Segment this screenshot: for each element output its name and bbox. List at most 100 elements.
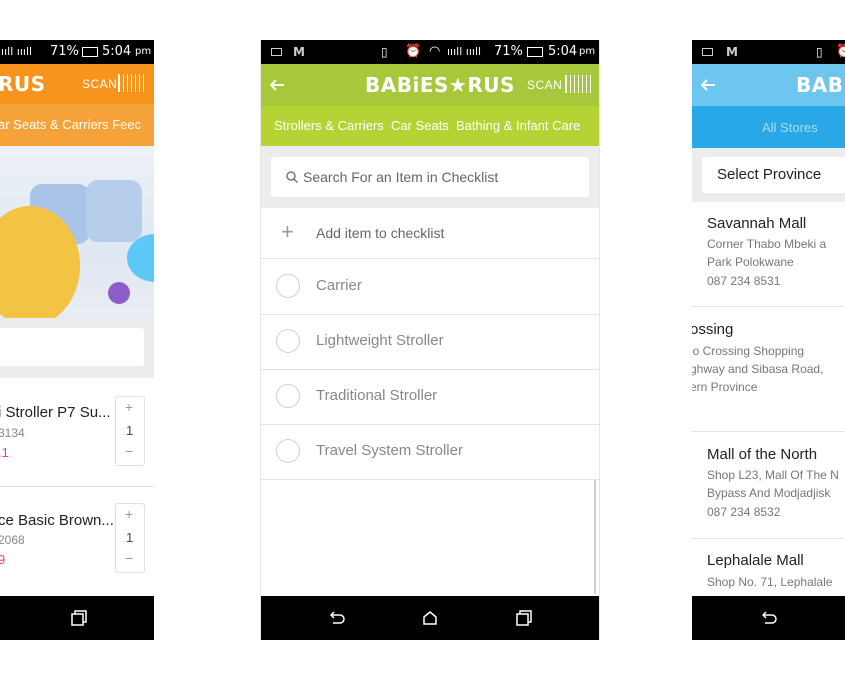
province-select-label: Select Province — [717, 166, 822, 183]
clock: 5:04 — [102, 44, 132, 59]
stores-tab-bar: All Stores — [692, 106, 845, 148]
category-tabs[interactable]: ar Seats & Carriers Feec — [0, 104, 154, 146]
product-sku: 3134 — [0, 426, 25, 440]
checklist-item-label: Travel System Stroller — [316, 442, 463, 459]
phone-screen-stores: M ▯ ⏰ BABi All Stores Select Province Sa… — [692, 40, 845, 640]
alarm-icon: ⏰ — [405, 44, 422, 59]
vibrate-icon: ▯ — [381, 45, 388, 59]
signal-icon: ıııll ıııll — [0, 45, 33, 58]
status-bar: M ▯ ⏰ — [692, 40, 845, 64]
alarm-icon: ⏰ — [836, 44, 845, 59]
barcode-icon[interactable] — [118, 74, 144, 92]
store-name: ossing — [692, 321, 734, 338]
store-address: Corner Thabo Mbeki a — [707, 237, 827, 251]
store-phone[interactable]: 087 234 8531 — [707, 274, 780, 288]
store-card[interactable]: Lephalale Mall Shop No. 71, Lephalale — [692, 539, 845, 597]
search-icon — [286, 171, 299, 184]
quantity-stepper[interactable]: + 1 − — [115, 503, 145, 573]
app-logo: BABiES★RUS — [365, 73, 515, 97]
checklist-item-label: Lightweight Stroller — [316, 332, 444, 349]
checklist-item[interactable]: Travel System Stroller — [261, 424, 599, 480]
search-input[interactable]: Search For an Item in Checklist — [271, 157, 589, 197]
product-row[interactable]: i Stroller P7 Su... 3134 .1 + 1 − — [0, 378, 154, 487]
product-name: i Stroller P7 Su... — [0, 404, 111, 421]
store-address: Shop L23, Mall Of The N — [707, 468, 839, 482]
signal-icon: ıııll ıııll — [447, 45, 482, 58]
checkbox-circle[interactable] — [276, 439, 300, 463]
checklist-item[interactable]: Lightweight Stroller — [261, 314, 599, 370]
app-logo: RUS — [0, 72, 46, 96]
category-tabs-text[interactable]: ar Seats & Carriers Feec — [0, 117, 141, 132]
barcode-icon[interactable] — [565, 75, 591, 93]
plus-icon[interactable]: + — [125, 506, 133, 522]
clock: 5:04 — [548, 44, 578, 59]
wifi-icon: ◠ — [429, 44, 441, 59]
app-header: BABiES★RUS SCAN — [261, 64, 599, 106]
back-nav-icon[interactable] — [322, 604, 350, 632]
system-nav-bar — [692, 596, 845, 640]
home-nav-icon[interactable] — [416, 604, 444, 632]
back-arrow-icon[interactable] — [698, 75, 718, 95]
scan-button[interactable]: SCAN — [527, 78, 562, 92]
store-address: Park Polokwane — [707, 255, 794, 269]
search-area: Search For an Item in Checklist — [261, 146, 599, 208]
back-nav-icon[interactable] — [754, 604, 782, 632]
store-address: Shop No. 71, Lephalale — [707, 575, 833, 589]
promo-banner — [0, 146, 154, 318]
store-card[interactable]: ossing lo Crossing Shopping ghway and Si… — [692, 307, 845, 432]
battery-icon — [82, 47, 98, 57]
pillow-shape-2 — [86, 180, 142, 242]
product-price: 9 — [0, 552, 6, 567]
checkbox-circle[interactable] — [276, 274, 300, 298]
product-sku: 2068 — [0, 533, 25, 547]
minus-icon[interactable]: − — [125, 443, 133, 459]
gallery-notification-icon — [271, 48, 282, 56]
store-card[interactable]: Savannah Mall Corner Thabo Mbeki a Park … — [692, 202, 845, 307]
quantity-value: 1 — [126, 530, 134, 545]
gmail-notification-icon: M — [726, 45, 738, 59]
tab-all-stores[interactable]: All Stores — [762, 120, 818, 135]
store-name: Savannah Mall — [707, 215, 807, 232]
product-row[interactable]: ce Basic Brown... 2068 9 + 1 − — [0, 487, 154, 595]
tab-car-seats[interactable]: Car Seats — [391, 118, 449, 133]
gallery-notification-icon — [702, 48, 713, 56]
tab-strollers-carriers[interactable]: Strollers & Carriers — [274, 118, 384, 133]
vibrate-icon: ▯ — [816, 45, 823, 59]
checkbox-circle[interactable] — [276, 384, 300, 408]
quantity-stepper[interactable]: + 1 − — [115, 396, 145, 466]
checklist-item-label: Carrier — [316, 277, 362, 294]
add-item-label[interactable]: Add item to checklist — [316, 225, 444, 241]
battery-percent: 71% — [50, 44, 79, 59]
store-address: ghway and Sibasa Road, — [692, 362, 824, 376]
checklist-item[interactable]: Carrier — [261, 259, 599, 315]
store-phone[interactable]: 087 234 8532 — [707, 505, 780, 519]
province-select[interactable]: Select Province — [702, 157, 845, 193]
tab-bathing-infant-care[interactable]: Bathing & Infant Care — [456, 118, 580, 133]
checklist-item-label: Traditional Stroller — [316, 387, 438, 404]
gmail-notification-icon: M — [293, 45, 305, 59]
minus-icon[interactable]: − — [125, 550, 133, 566]
search-placeholder: Search For an Item in Checklist — [303, 169, 499, 185]
search-input[interactable] — [0, 328, 144, 366]
app-logo: BABi — [796, 73, 845, 97]
add-item-row[interactable]: + Add item to checklist — [261, 208, 599, 259]
category-tabs: Strollers & Carriers Car Seats Bathing &… — [261, 106, 599, 146]
checklist-item[interactable]: Traditional Stroller — [261, 369, 599, 425]
system-nav-bar — [0, 596, 154, 640]
purple-dot-decor — [108, 282, 130, 304]
store-name: Mall of the North — [707, 446, 818, 463]
store-card[interactable]: Mall of the North Shop L23, Mall Of The … — [692, 432, 845, 539]
clock-ampm: pm — [135, 46, 152, 57]
store-address: lo Crossing Shopping — [692, 344, 805, 358]
plus-icon[interactable]: + — [125, 399, 133, 415]
recent-apps-icon[interactable] — [509, 604, 537, 632]
scan-button[interactable]: SCAN — [82, 77, 117, 91]
scrollbar[interactable] — [594, 480, 596, 594]
add-icon[interactable]: + — [281, 219, 294, 245]
checkbox-circle[interactable] — [276, 329, 300, 353]
phone-screen-checklist: M ▯ ⏰ ◠ ıııll ıııll 71% 5:04 pm BABiES★R… — [260, 40, 600, 640]
back-arrow-icon[interactable] — [267, 75, 287, 95]
app-header: BABi — [692, 64, 845, 106]
recent-apps-icon[interactable] — [64, 604, 92, 632]
product-price: .1 — [0, 445, 9, 460]
